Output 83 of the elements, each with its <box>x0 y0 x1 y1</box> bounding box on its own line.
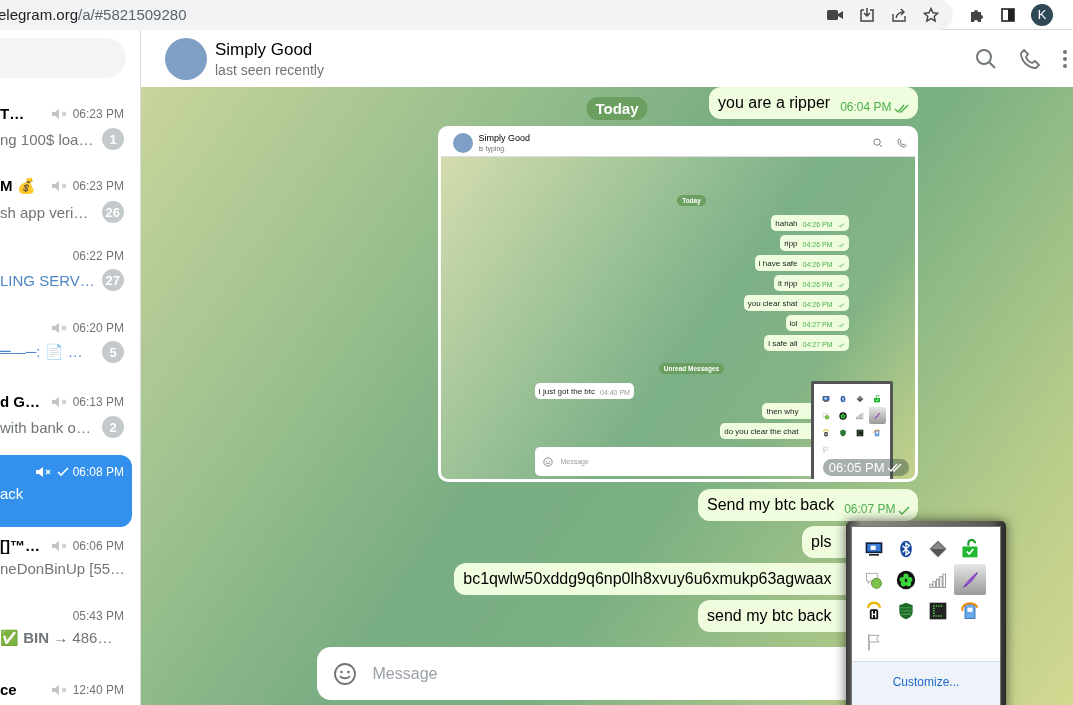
message-text: Send my btc back <box>706 495 835 515</box>
message-preview: ═—─: 📄 … <box>0 343 83 361</box>
message-text: you are a ripper <box>718 93 831 113</box>
message-text: pls <box>811 532 832 552</box>
chat-time: 06:06 PM <box>72 538 124 553</box>
message-text: i safe all <box>768 339 798 348</box>
chat-time: 12:40 PM <box>72 682 124 697</box>
message-text: you clear shat <box>747 299 798 308</box>
url-path: /a/#5821509280 <box>78 6 187 23</box>
double-check-icon <box>837 323 845 328</box>
message-preview: ng 100$ loa… <box>0 130 94 148</box>
unread-count: 5 <box>102 341 124 363</box>
chat-list-item[interactable]: 06:22 PM LING SERV… 27 <box>0 239 132 311</box>
chat-time: 06:23 PM <box>72 179 124 193</box>
chat-time: 06:22 PM <box>72 249 124 263</box>
message-text: bc1qwlw50xddg9q6np0lh8xvuy6u6xmukp63agwaax <box>463 569 832 589</box>
smiley-icon <box>542 456 553 467</box>
profile-avatar[interactable]: K <box>1031 3 1053 26</box>
placeholder: Message <box>372 664 439 683</box>
date-label: Today <box>586 97 648 120</box>
chat-list-item[interactable]: ce 12:40 PM <box>0 671 132 705</box>
chat-title: ce <box>0 681 17 698</box>
chat-title: T… <box>0 105 25 122</box>
feather-icon[interactable] <box>954 564 986 595</box>
message-text: do you clear the chat <box>724 427 799 436</box>
unread-count: 27 <box>101 269 124 291</box>
message-text: lol <box>789 319 798 328</box>
star-icon[interactable] <box>923 6 939 23</box>
double-check-icon <box>837 243 845 248</box>
chat-title: M 💰 <box>0 177 36 195</box>
chat-title: []™… <box>0 537 40 554</box>
chat-list-item[interactable]: M 💰 06:23 PM sh app veri… 26 <box>0 167 132 239</box>
chat-time: 05:43 PM <box>72 609 124 623</box>
message-time: 06:04 PM <box>840 100 892 114</box>
message-preview: ack <box>0 485 24 502</box>
chat-time: 06:23 PM <box>72 106 124 121</box>
unread-count: 2 <box>102 416 124 438</box>
chat-list-item[interactable]: 06:20 PM ═—─: 📄 … 5 <box>0 311 132 383</box>
video-camera-icon[interactable] <box>827 8 843 21</box>
avatar <box>452 132 473 153</box>
search-icon[interactable] <box>975 47 997 70</box>
phone-icon[interactable] <box>1019 47 1041 70</box>
double-check-icon <box>837 343 845 348</box>
avatar[interactable] <box>165 37 207 80</box>
chat-time: 06:20 PM <box>72 321 124 335</box>
smiley-icon[interactable] <box>332 661 357 686</box>
chat-title: Simply Good <box>478 133 532 143</box>
chat-list-item[interactable]: T… 06:23 PM ng 100$ loa… 1 <box>0 95 132 167</box>
chat-list-item[interactable]: []™… 06:06 PM neDonBinUp [55… <box>0 527 132 599</box>
sidebar-icon[interactable] <box>1001 7 1015 22</box>
double-check-icon <box>837 263 845 268</box>
message-preview: ✅ BIN → 486… <box>0 629 113 647</box>
chat-title: Simply Good <box>215 39 314 60</box>
unread-count: 26 <box>101 201 124 223</box>
unread-count: 1 <box>102 128 124 150</box>
message-preview: neDonBinUp [55… <box>0 560 126 577</box>
chat-status: last seen recently <box>215 61 325 78</box>
message-text: i have safe <box>758 259 798 268</box>
message-preview: sh app veri… <box>0 203 89 221</box>
message-text: send my btc back <box>707 606 832 626</box>
message-text: I just got the btc <box>538 387 595 396</box>
message-time: 06:05 PM <box>828 460 885 475</box>
phone-icon <box>896 137 907 148</box>
message-time: 06:07 PM <box>844 502 896 516</box>
share-icon[interactable] <box>891 6 907 23</box>
feather-icon[interactable] <box>868 407 886 424</box>
chat-list-item[interactable]: 05:43 PM ✅ BIN → 486… <box>0 599 132 671</box>
more-icon[interactable] <box>1063 49 1067 68</box>
search-icon <box>872 137 883 148</box>
message-preview: with bank o… <box>0 418 91 436</box>
double-check-icon <box>837 223 845 228</box>
double-check-icon <box>837 303 845 308</box>
chat-time: 06:13 PM <box>72 394 124 409</box>
message-text: then why <box>766 407 799 416</box>
download-icon[interactable] <box>859 6 875 23</box>
message-text: ripp <box>784 239 798 248</box>
chat-list-item[interactable]: d G… 06:13 PM with bank o… 2 <box>0 383 132 455</box>
double-check-icon <box>837 283 845 288</box>
message-text: it ripp <box>777 279 798 288</box>
chat-title: d G… <box>0 393 40 410</box>
message-text: hahah <box>775 219 798 228</box>
message-preview: LING SERV… <box>0 271 95 289</box>
chat-time: 06:08 PM <box>72 465 124 479</box>
